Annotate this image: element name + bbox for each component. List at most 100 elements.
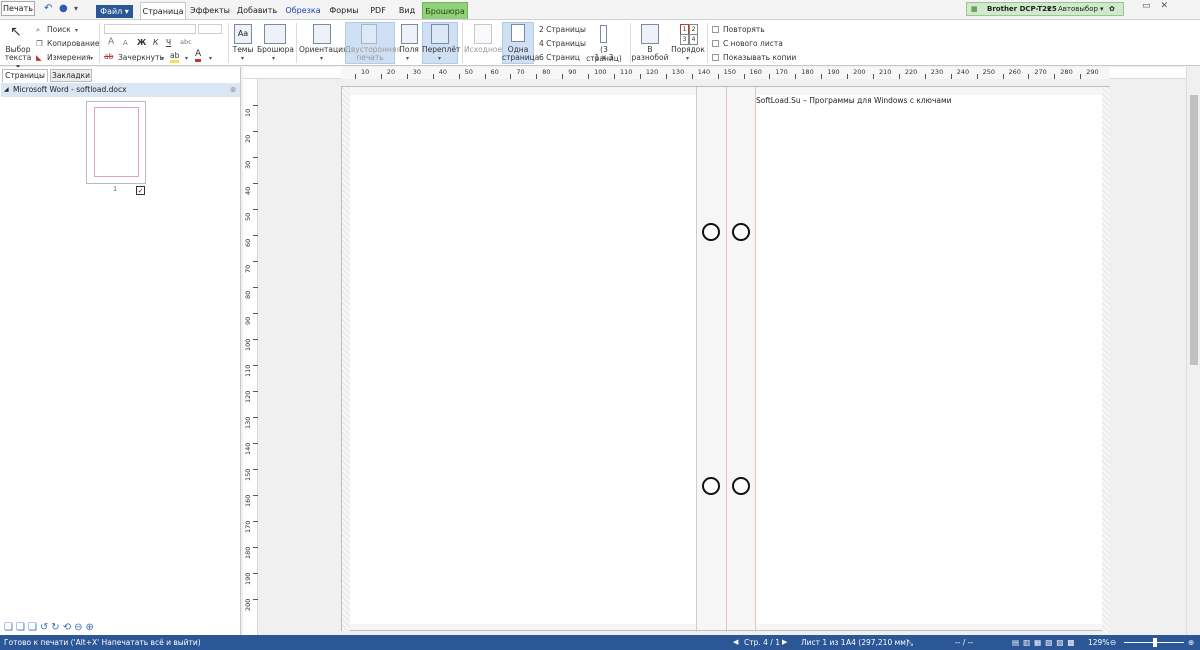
ruler-tick — [253, 131, 258, 132]
italic-button[interactable]: К — [153, 38, 158, 47]
prev-page-icon[interactable]: ◀ — [733, 635, 738, 650]
print-button[interactable]: Печать — [1, 1, 35, 16]
ruler-tick — [253, 235, 258, 236]
highlight-icon[interactable]: ab — [170, 51, 180, 63]
order-digit: 3 — [680, 34, 689, 45]
repeat-label: Повторять — [723, 25, 765, 34]
ruler-label: 60 — [490, 68, 499, 76]
ruler-label: 150 — [244, 468, 252, 481]
duplex-label-2[interactable]: печать — [345, 53, 395, 62]
copy-button[interactable]: Копирование — [47, 39, 99, 48]
measure-button[interactable]: Измерения — [47, 53, 91, 62]
brochure-button[interactable]: Брошюра — [257, 45, 294, 54]
tab-crop[interactable]: Обрезка — [284, 2, 322, 19]
ruler-label: 260 — [1008, 68, 1021, 76]
fit-icon[interactable]: ⤡ — [907, 635, 913, 650]
three-pages-label-2[interactable]: 1 x 3 — [582, 53, 626, 62]
sheet-indicator: Лист 1 из 1 — [801, 638, 846, 647]
zoom-in-icon[interactable]: ⊕ — [1188, 635, 1194, 650]
new-sheet-checkbox[interactable] — [712, 40, 719, 47]
tab-view[interactable]: Вид — [395, 2, 419, 19]
thumbnail-checkbox[interactable]: ✓ — [136, 186, 145, 195]
add-page-icon[interactable]: ❏ — [4, 622, 16, 633]
search-button[interactable]: Поиск — [47, 25, 71, 34]
rotate-icon[interactable]: ⟲ — [63, 622, 74, 633]
close-icon[interactable]: ⊗ — [230, 83, 236, 97]
rotate-left-icon[interactable]: ↺ — [40, 622, 51, 633]
zoom-value[interactable]: 129% — [1088, 635, 1109, 650]
insert-page-icon[interactable]: ❏ — [16, 622, 28, 633]
minimize-icon[interactable]: ▭ — [1142, 1, 1161, 11]
autoselect-label[interactable]: Автовыбор — [1058, 3, 1098, 15]
close-icon[interactable]: ✕ — [1161, 1, 1179, 11]
rotate-right-icon[interactable]: ↻ — [51, 622, 62, 633]
grow-font-button[interactable]: A — [108, 38, 114, 47]
themes-button[interactable]: Темы — [230, 45, 256, 54]
ruler-tick — [588, 74, 590, 79]
file-menu-button[interactable]: Файл ▾ — [96, 5, 133, 18]
zoom-out-icon[interactable]: ⊖ — [74, 622, 85, 633]
font-color-icon[interactable]: A — [195, 50, 202, 62]
ruler-label: 130 — [671, 68, 685, 76]
underline-button[interactable]: Ч — [166, 38, 171, 47]
ruler-label: 170 — [244, 520, 252, 533]
show-copies-checkbox[interactable] — [712, 54, 719, 61]
chevron-down-icon: ▾ — [161, 55, 165, 62]
strike-button[interactable]: abc — [180, 38, 192, 47]
gear-icon[interactable]: ✿ — [1109, 3, 1115, 15]
tab-shapes[interactable]: Формы — [328, 2, 360, 19]
document-header[interactable]: ◢ Microsoft Word - softload.docx ⊗ — [1, 83, 240, 97]
ruler-tick — [536, 74, 538, 79]
printer-select[interactable]: ▦ Brother DCP-T225 ▾ Автовыбор ▾ ✿ — [966, 2, 1124, 16]
strikeout-button[interactable]: Зачеркнуть — [118, 53, 164, 62]
undo-icon[interactable]: ↶ — [44, 3, 52, 15]
chevron-down-icon: ▾ — [1100, 5, 1104, 13]
ruler-label: 120 — [645, 68, 659, 76]
four-pages-button[interactable]: 4 Страницы — [539, 39, 586, 48]
cursor-select-icon: ↖ — [10, 24, 22, 40]
zoom-slider-knob[interactable] — [1153, 638, 1157, 647]
scatter-label-2[interactable]: разнобой — [630, 53, 670, 62]
collapse-icon[interactable]: ◢ — [4, 83, 9, 97]
window-controls[interactable]: ▭✕ — [1142, 1, 1178, 11]
repeat-checkbox[interactable] — [712, 26, 719, 33]
margins-button[interactable]: Поля — [397, 45, 421, 54]
orientation-button[interactable]: Ориентация — [299, 45, 348, 54]
brochure-icon — [264, 24, 286, 44]
customize-icon[interactable]: ▾ — [74, 3, 78, 15]
ruler-tick — [1054, 74, 1056, 79]
tab-effects[interactable]: Эффекты — [190, 2, 230, 19]
font-size-field[interactable] — [198, 24, 222, 34]
order-button[interactable]: Порядок — [670, 45, 706, 54]
ruler-label: 230 — [930, 68, 944, 76]
tab-bookmarks[interactable]: Закладки — [50, 69, 92, 82]
original-button[interactable]: Исходное — [464, 45, 502, 54]
tab-insert[interactable]: Добавить — [236, 2, 278, 19]
page-thumbnail[interactable] — [86, 101, 146, 184]
binding-button[interactable]: Переплёт — [422, 45, 460, 54]
settings-globe-icon[interactable]: ● — [59, 3, 68, 15]
six-pages-button[interactable]: 6 Страниц — [539, 53, 580, 62]
view-modes[interactable]: ▤▥▦▧▨▩ — [1012, 635, 1079, 650]
tab-page[interactable]: Страница — [140, 2, 186, 19]
scrollbar-thumb[interactable] — [1190, 95, 1198, 365]
ruler-label: 50 — [464, 68, 473, 76]
duplex-icon — [361, 24, 377, 44]
bold-button[interactable]: Ж — [137, 38, 146, 47]
tab-pages[interactable]: Страницы — [2, 69, 48, 82]
tab-brochure[interactable]: Брошюра — [422, 2, 468, 19]
next-page-icon[interactable]: ▶ — [782, 635, 787, 650]
one-page-label-2[interactable]: страница — [502, 53, 539, 62]
ruler-tick — [355, 74, 356, 79]
export-page-icon[interactable]: ❏ — [28, 622, 40, 633]
shrink-font-button[interactable]: A — [123, 39, 128, 48]
page-indicator[interactable]: Стр. 4 / 1 — [744, 635, 780, 650]
vertical-scrollbar[interactable] — [1186, 67, 1200, 635]
font-name-field[interactable] — [104, 24, 196, 34]
zoom-out-icon[interactable]: ⊖ — [1110, 635, 1116, 650]
zoom-in-icon[interactable]: ⊕ — [85, 622, 96, 633]
ruler-label: 290 — [1086, 68, 1099, 76]
chevron-down-icon: ▾ — [1047, 5, 1051, 13]
two-pages-button[interactable]: 2 Страницы — [539, 25, 586, 34]
tab-pdf[interactable]: PDF — [366, 2, 390, 19]
